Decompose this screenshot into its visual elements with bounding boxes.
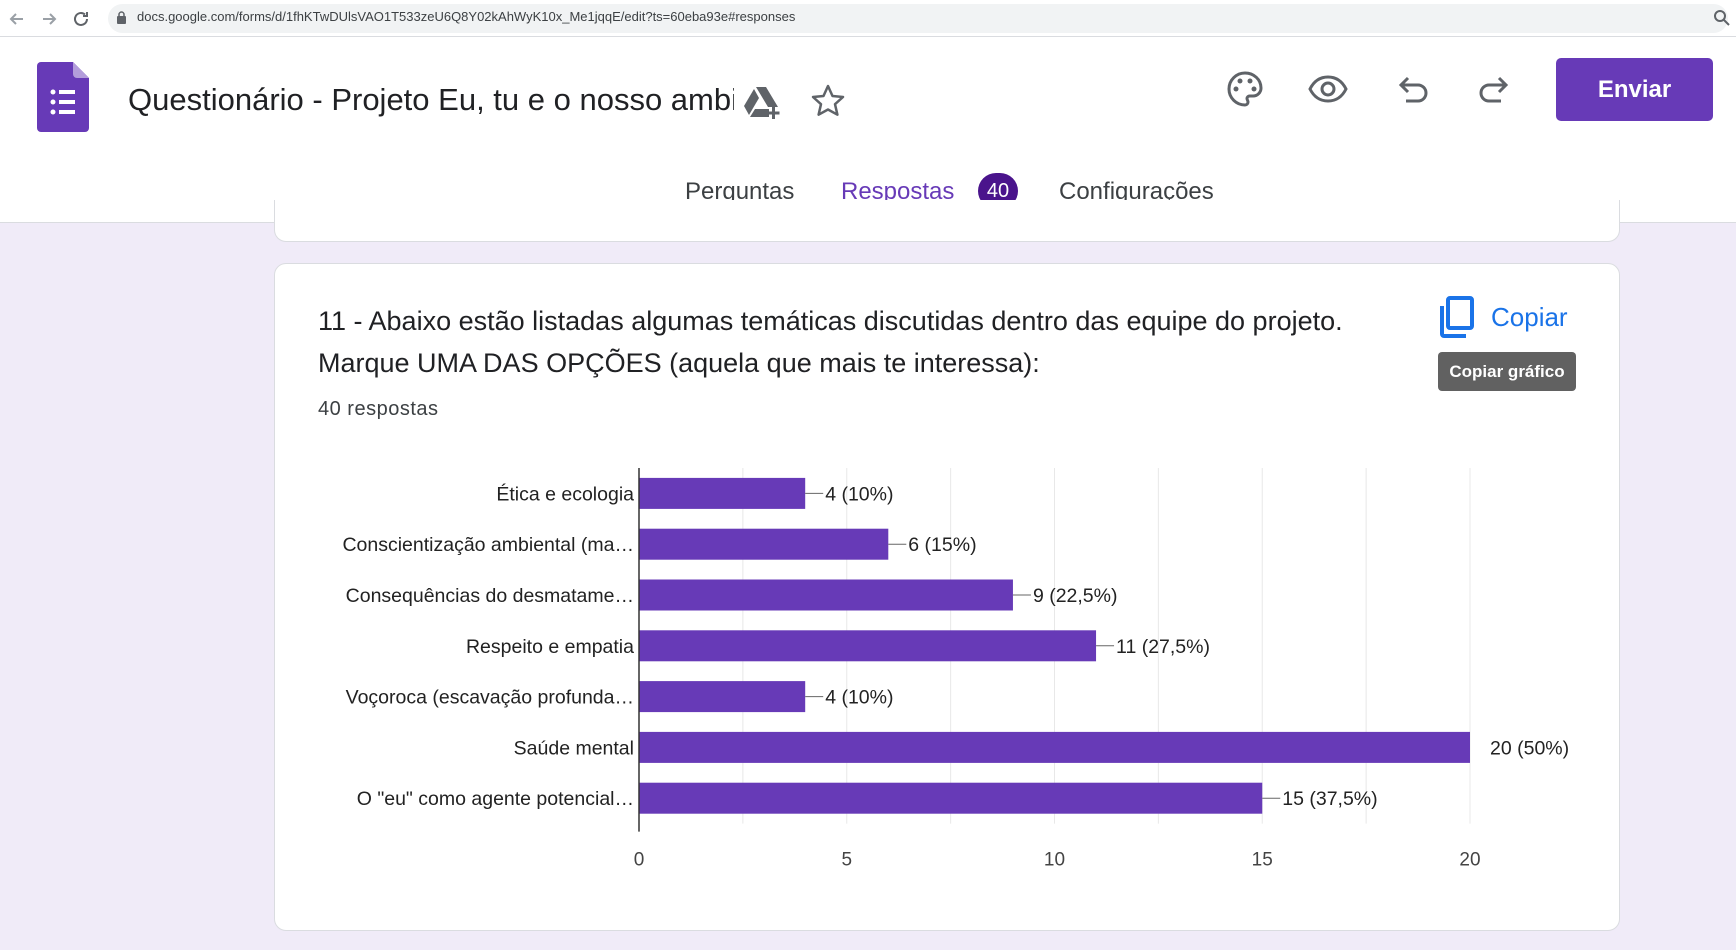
category-label: O "eu" como agente potencial… (357, 788, 634, 810)
category-label: Conscientização ambiental (ma… (342, 534, 634, 556)
chart-bar (639, 731, 1470, 763)
data-label: 4 (10%) (825, 483, 893, 505)
category-label: Respeito e empatia (466, 636, 634, 658)
response-count: 40 respostas (318, 398, 439, 420)
x-tick-label: 5 (841, 850, 852, 871)
x-tick-label: 0 (634, 850, 645, 871)
x-tick-label: 15 (1252, 850, 1273, 871)
x-tick-label: 20 (1459, 850, 1480, 871)
x-tick-label: 10 (1044, 850, 1065, 871)
data-label: 15 (37,5%) (1282, 788, 1377, 810)
data-label: 9 (22,5%) (1033, 585, 1118, 607)
copy-icon[interactable] (1438, 296, 1474, 338)
category-label: Saúde mental (514, 737, 634, 759)
redo-icon[interactable] (1475, 69, 1515, 109)
chart-bar (639, 630, 1097, 662)
forms-logo-icon[interactable] (37, 62, 89, 132)
data-label: 20 (50%) (1490, 737, 1569, 759)
url-text: docs.google.com/forms/d/1fhKTwDUlsVAO1T5… (137, 9, 796, 24)
category-label: Consequências do desmatame… (346, 585, 634, 607)
category-label: Voçoroca (escavação profunda… (346, 687, 634, 709)
lock-icon (117, 11, 126, 24)
copy-chart-button[interactable]: Copiar (1491, 302, 1568, 333)
undo-icon[interactable] (1392, 69, 1432, 109)
arrow-left-icon[interactable] (6, 8, 28, 30)
document-title[interactable]: Questionário - Projeto Eu, tu e o nosso … (128, 80, 734, 120)
send-button[interactable]: Enviar (1556, 58, 1713, 121)
eye-icon[interactable] (1308, 69, 1348, 109)
chart-bar (639, 477, 806, 509)
data-label: 4 (10%) (825, 687, 893, 709)
category-label: Ética e ecologia (496, 482, 634, 505)
drive-add-icon[interactable] (742, 81, 782, 121)
arrow-right-icon[interactable] (38, 8, 60, 30)
star-icon[interactable] (808, 81, 848, 121)
chart-bar (639, 782, 1263, 814)
chart-bar (639, 579, 1013, 611)
copy-chart-tooltip: Copiar gráfico (1438, 352, 1576, 391)
chart-bar (639, 528, 889, 560)
question-title: 11 - Abaixo estão listadas algumas temát… (318, 306, 1343, 378)
chart-bar (639, 681, 806, 713)
data-label: 11 (27,5%) (1116, 636, 1210, 658)
data-label: 6 (15%) (908, 534, 976, 556)
palette-icon[interactable] (1225, 69, 1265, 109)
zoom-icon[interactable] (1712, 8, 1732, 28)
responses-bar-chart: 0 5 10 15 20 Ética e ecologia 4 (10%) Conscient… (342, 468, 1569, 871)
previous-question-card (274, 200, 1620, 242)
browser-toolbar: docs.google.com/forms/d/1fhKTwDUlsVAO1T5… (0, 0, 1736, 37)
reload-icon[interactable] (70, 8, 92, 30)
